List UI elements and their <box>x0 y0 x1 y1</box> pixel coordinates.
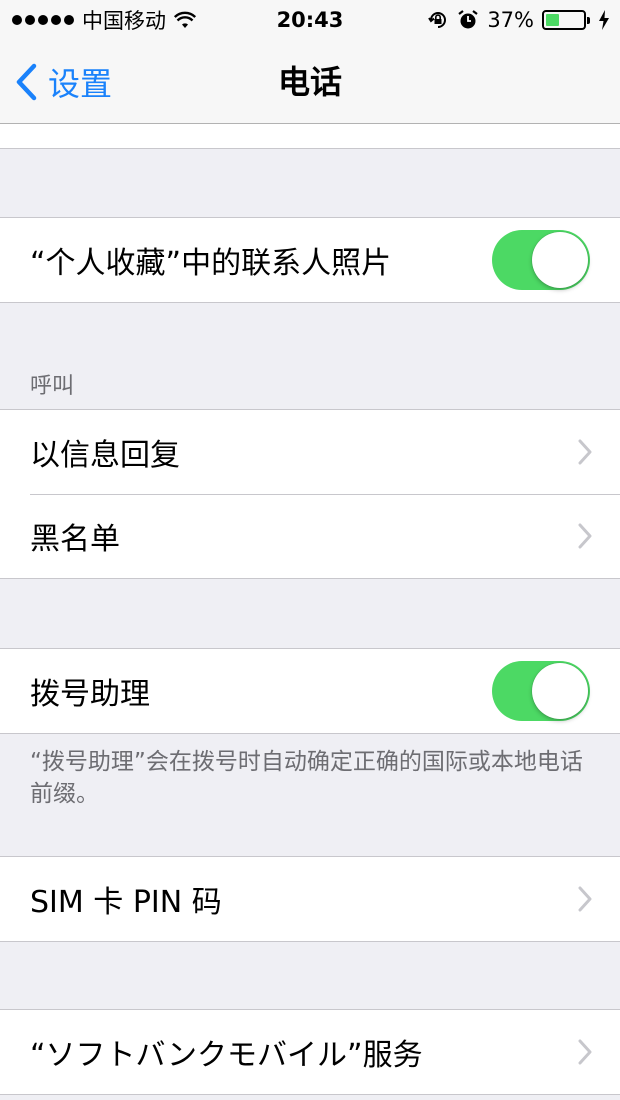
battery-level-fill <box>546 14 559 26</box>
contact-photos-toggle[interactable] <box>492 230 590 290</box>
favorites-group: “个人收藏”中的联系人照片 <box>0 217 620 303</box>
alarm-icon <box>458 10 478 29</box>
blacklist-cell[interactable]: 黑名单 <box>0 494 620 578</box>
chevron-right-icon <box>578 439 592 465</box>
status-right: 37% <box>427 0 610 40</box>
sim-pin-label: SIM 卡 PIN 码 <box>30 885 222 920</box>
chevron-right-icon <box>578 1039 592 1065</box>
blacklist-label: 黑名单 <box>30 522 120 557</box>
dial-assist-group: 拨号助理 <box>0 648 620 734</box>
battery-icon <box>542 10 590 30</box>
carrier-services-group: “ソフトバンクモバイル”服务 <box>0 1009 620 1095</box>
chevron-right-icon <box>578 886 592 912</box>
sim-group: SIM 卡 PIN 码 <box>0 856 620 942</box>
toggle-knob <box>532 663 588 719</box>
contact-photos-cell: “个人收藏”中的联系人照片 <box>0 218 620 302</box>
carrier-services-label: “ソフトバンクモバイル”服务 <box>30 1038 423 1073</box>
dial-assist-cell: 拨号助理 <box>0 649 620 733</box>
chevron-right-icon <box>578 523 592 549</box>
battery-percent: 37% <box>487 8 534 32</box>
status-bar: 中国移动 20:43 37% <box>0 0 620 40</box>
reply-with-message-label: 以信息回复 <box>30 438 180 473</box>
sim-pin-cell[interactable]: SIM 卡 PIN 码 <box>0 857 620 941</box>
toggle-knob <box>532 232 588 288</box>
dial-assist-toggle[interactable] <box>492 661 590 721</box>
top-group <box>0 124 620 149</box>
reply-with-message-cell[interactable]: 以信息回复 <box>0 410 620 494</box>
navigation-bar: 设置 电话 <box>0 40 620 124</box>
dial-assist-footer: “拨号助理”会在拨号时自动确定正确的国际或本地电话前缀。 <box>30 749 583 807</box>
carrier-services-cell[interactable]: “ソフトバンクモバイル”服务 <box>0 1010 620 1094</box>
rotation-lock-icon <box>428 12 447 28</box>
page-title: 电话 <box>277 63 342 101</box>
calls-group: 以信息回复 黑名单 <box>0 409 620 579</box>
calls-section-header: 呼叫 <box>30 374 75 399</box>
charging-bolt-icon <box>599 10 609 30</box>
